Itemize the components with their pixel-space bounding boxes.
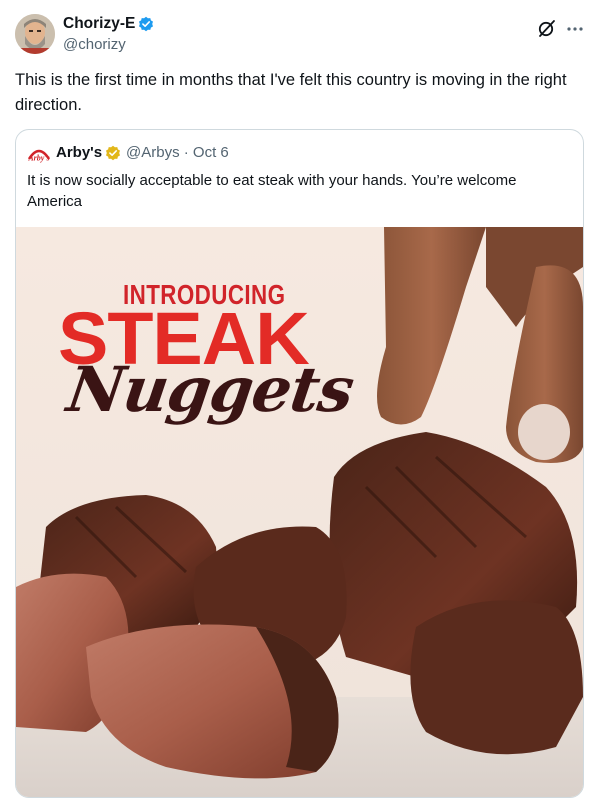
gold-verified-badge-icon xyxy=(106,145,120,161)
svg-text:Arby's: Arby's xyxy=(27,154,49,163)
tweet[interactable]: Chorizy-E @chorizy This is the first tim… xyxy=(0,0,599,812)
steak-nuggets-photo xyxy=(16,227,583,797)
more-icon[interactable] xyxy=(566,20,584,38)
quoted-media-image[interactable]: INTRODUCING STEAK Nuggets xyxy=(16,227,583,797)
author-handle[interactable]: @chorizy xyxy=(63,35,126,55)
meta-separator: · xyxy=(183,144,189,161)
quoted-text: It is now socially acceptable to eat ste… xyxy=(27,172,517,210)
arbys-logo-icon: Arby's xyxy=(27,149,51,163)
quoted-meta: @Arbys · Oct 6 xyxy=(126,143,229,163)
avatar-icon xyxy=(15,14,55,54)
author-name[interactable]: Chorizy-E xyxy=(63,14,135,34)
author-avatar[interactable] xyxy=(15,14,55,54)
quoted-author-name[interactable]: Arby's xyxy=(56,143,102,163)
tweet-text: This is the first time in months that I'… xyxy=(15,71,567,114)
grok-icon[interactable] xyxy=(537,18,557,38)
verified-badge-icon xyxy=(139,16,153,32)
quoted-date[interactable]: Oct 6 xyxy=(193,144,229,161)
quoted-tweet[interactable]: Arby's Arby's @Arbys · Oct 6 It is now s… xyxy=(15,129,584,798)
quoted-author-handle[interactable]: @Arbys xyxy=(126,144,180,161)
